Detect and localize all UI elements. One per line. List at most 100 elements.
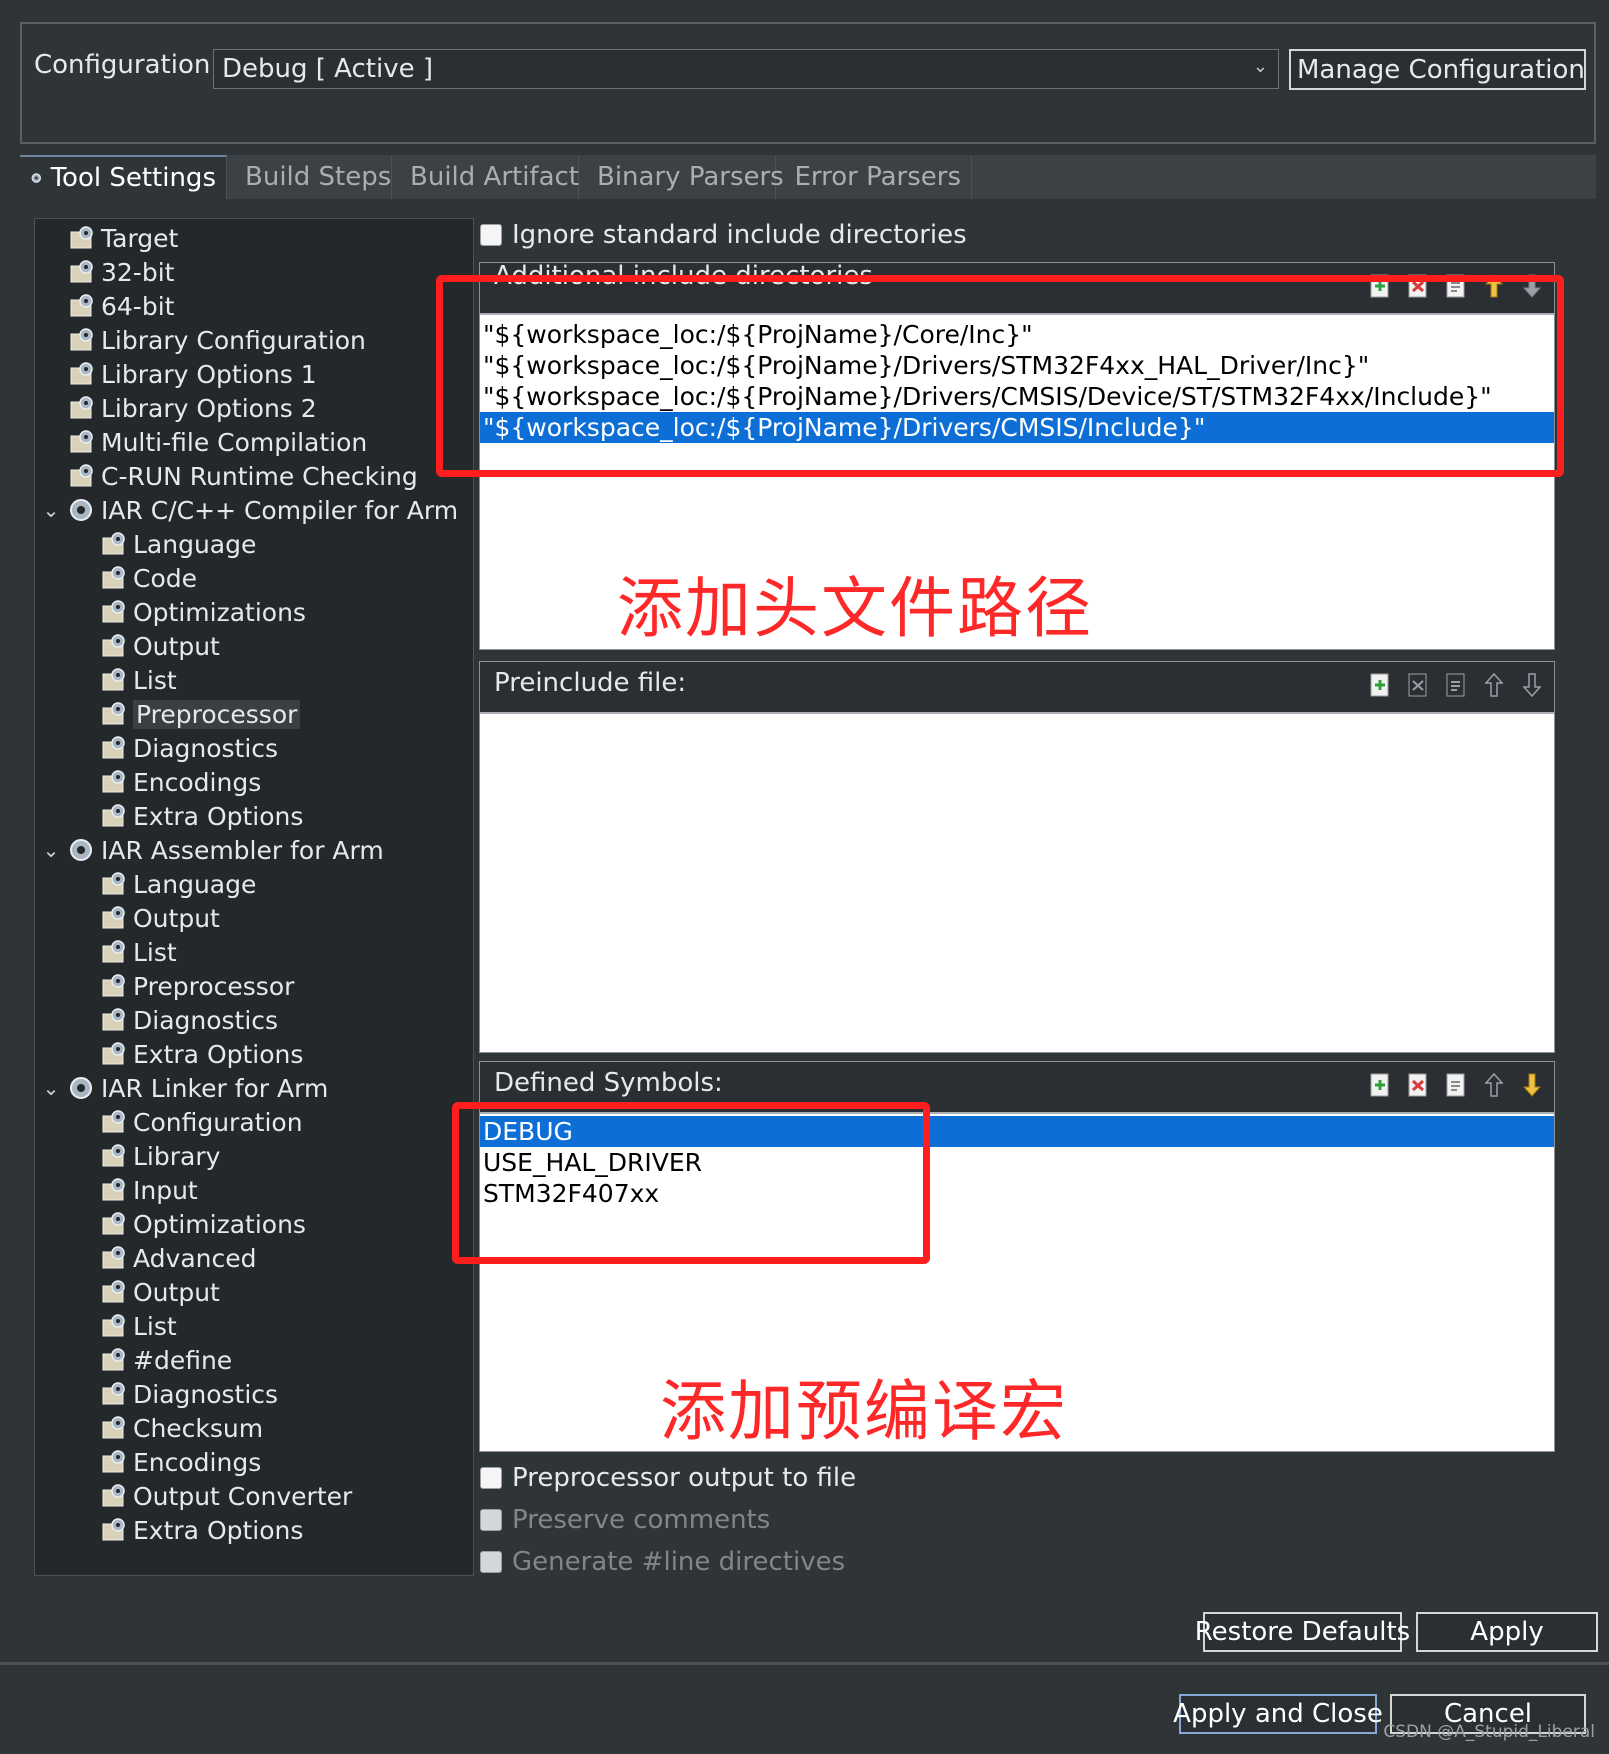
tree-item[interactable]: List [73,1309,177,1343]
option-page-icon [102,1450,125,1473]
tree-item[interactable]: Extra Options [73,1513,303,1547]
tree-item[interactable]: Diagnostics [73,1003,278,1037]
tree-item-label: Optimizations [133,597,306,627]
tab-label: Tool Settings [50,163,216,193]
tree-item-label: Output [133,903,220,933]
tree-item[interactable]: ⌄ IAR C/C++ Compiler for Arm [41,493,458,527]
tree-item-label: Diagnostics [133,1005,279,1035]
add-icon[interactable] [1366,670,1394,700]
tree-item[interactable]: Library Options 2 [41,391,317,425]
move-up-icon[interactable] [1480,1070,1508,1100]
tree-item-label: Preprocessor [133,971,295,1001]
tree-item[interactable]: Diagnostics [73,731,278,765]
tree-item[interactable]: Optimizations [73,595,306,629]
tab-build-artifact[interactable]: Build Artifact [392,155,579,199]
chevron-down-icon[interactable]: ⌄ [41,838,61,862]
ignore-standard-include-checkbox[interactable]: Ignore standard include directories [480,220,967,250]
tree-item-label: IAR Linker for Arm [101,1073,329,1103]
tree-item[interactable]: Extra Options [73,799,303,833]
option-page-icon [70,328,93,351]
checkbox-box[interactable] [480,1551,502,1573]
option-page-icon [102,770,125,793]
tree-item[interactable]: Preprocessor [73,697,301,731]
tree-item[interactable]: #define [73,1343,232,1377]
tree-item[interactable]: Output [73,1275,220,1309]
edit-icon[interactable] [1442,1070,1470,1100]
tree-item[interactable]: Advanced [73,1241,257,1275]
tree-item[interactable]: Diagnostics [73,1377,278,1411]
tree-item[interactable]: Optimizations [73,1207,306,1241]
configuration-select[interactable]: Debug [ Active ] ⌄ [213,49,1279,89]
preserve-comments-checkbox[interactable]: Preserve comments [480,1505,770,1535]
checkbox-box[interactable] [480,1467,502,1489]
chevron-down-icon[interactable]: ⌄ [41,1076,61,1100]
tab-error-parsers[interactable]: Error Parsers [776,155,972,199]
checkbox-label: Preprocessor output to file [512,1463,857,1493]
move-up-icon[interactable] [1480,670,1508,700]
edit-icon[interactable] [1442,670,1470,700]
tree-item-label: Output [133,631,220,661]
tree-item[interactable]: Preprocessor [73,969,294,1003]
option-page-icon [70,260,93,283]
apply-button[interactable]: Apply [1416,1612,1598,1652]
checkbox-box[interactable] [480,1509,502,1531]
tree-item[interactable]: 64-bit [41,289,174,323]
tree-item-label: Extra Options [133,1515,304,1545]
tab-binary-parsers[interactable]: 01 Binary Parsers [579,155,784,199]
tree-item[interactable]: ⌄ IAR Linker for Arm [41,1071,329,1105]
tree-item[interactable]: Library Options 1 [41,357,317,391]
tree-item[interactable]: Multi-file Compilation [41,425,367,459]
tree-item-label: 64-bit [101,291,175,321]
tab-tool-settings[interactable]: Tool Settings [20,155,227,199]
move-down-icon[interactable] [1518,1070,1546,1100]
tree-item[interactable]: Language [73,867,256,901]
tree-item[interactable]: Target [41,221,178,255]
manage-configurations-button[interactable]: Manage Configurations... [1289,49,1586,90]
delete-icon[interactable] [1404,670,1432,700]
gear-icon [31,173,42,183]
tree-item[interactable]: List [73,663,177,697]
tree-item[interactable]: Output Converter [73,1479,352,1513]
option-page-icon [102,702,125,725]
tree-item[interactable]: Code [73,561,197,595]
preinclude-list[interactable] [480,714,1554,1052]
annotation-text-include: 添加头文件路径 [617,570,1093,647]
watermark: CSDN @A_Stupid_Liberal [1383,1722,1595,1742]
preinclude-panel: Preinclude file: [479,661,1555,1053]
move-down-icon[interactable] [1518,670,1546,700]
generate-line-directives-checkbox[interactable]: Generate #line directives [480,1547,845,1577]
tab-label: Binary Parsers [597,162,784,192]
tree-item[interactable]: Library [73,1139,220,1173]
checkbox-box[interactable] [480,224,502,246]
tree-item[interactable]: Language [73,527,256,561]
tool-settings-tree[interactable]: Target 32-bit 64-bit Library Configuration L… [34,218,474,1576]
delete-icon[interactable] [1404,1070,1432,1100]
option-page-icon [102,668,125,691]
tree-item[interactable]: Configuration [73,1105,303,1139]
tab-label: Build Steps [245,162,392,192]
tree-item[interactable]: Input [73,1173,198,1207]
tab-build-steps[interactable]: Build Steps [227,155,392,199]
restore-defaults-button[interactable]: Restore Defaults [1195,1612,1410,1652]
tree-item[interactable]: C-RUN Runtime Checking [41,459,418,493]
tree-item-label: Library Configuration [101,325,366,355]
tree-item[interactable]: Output [73,901,220,935]
apply-and-close-button[interactable]: Apply and Close [1173,1694,1383,1734]
tree-item[interactable]: Checksum [73,1411,263,1445]
tree-item[interactable]: Output [73,629,220,663]
tree-item-label: Configuration [133,1107,303,1137]
tree-item[interactable]: Encodings [73,765,261,799]
tree-item[interactable]: 32-bit [41,255,174,289]
tree-item[interactable]: List [73,935,177,969]
option-page-icon [102,974,125,997]
tree-item-label: #define [133,1345,233,1375]
option-page-icon [102,940,125,963]
tree-item[interactable]: Library Configuration [41,323,366,357]
preprocessor-output-to-file-checkbox[interactable]: Preprocessor output to file [480,1463,856,1493]
tree-item[interactable]: Encodings [73,1445,261,1479]
tree-item-label: Encodings [133,1447,262,1477]
tree-item[interactable]: ⌄ IAR Assembler for Arm [41,833,384,867]
tree-item[interactable]: Extra Options [73,1037,303,1071]
add-icon[interactable] [1366,1070,1394,1100]
chevron-down-icon[interactable]: ⌄ [41,498,61,522]
